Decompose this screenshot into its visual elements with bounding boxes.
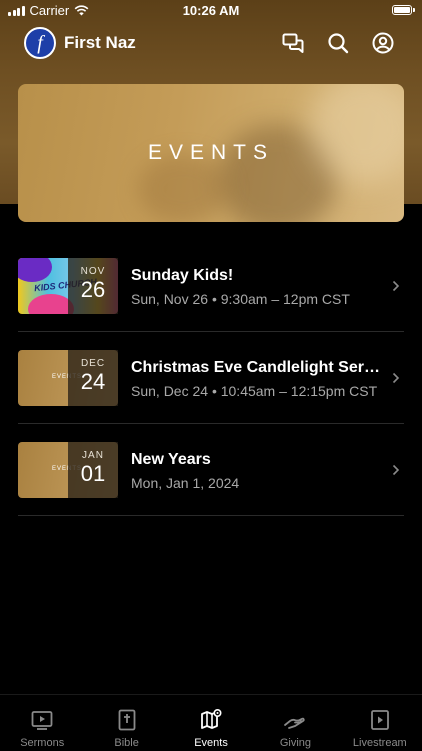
battery-icon <box>392 5 415 15</box>
events-banner: EVENTS <box>18 84 404 222</box>
app-header: f First Naz <box>0 26 422 62</box>
app-title: First Naz <box>64 33 136 52</box>
event-day: 26 <box>80 277 106 302</box>
status-bar: Carrier 10:26 AM <box>0 0 422 22</box>
event-day: 01 <box>80 461 106 486</box>
event-subtitle: Sun, Dec 24 • 10:45am – 12:15pm CST <box>131 383 378 399</box>
status-time: 10:26 AM <box>182 3 240 18</box>
tab-bar: Sermons Bible Events Giving Livestream <box>0 694 422 751</box>
event-month: DEC <box>80 358 106 369</box>
tab-sermons[interactable]: Sermons <box>0 695 84 751</box>
bible-icon <box>118 709 136 731</box>
tab-label: Bible <box>114 737 139 749</box>
event-subtitle: Sun, Nov 26 • 9:30am – 12pm CST <box>131 291 350 307</box>
banner-title: EVENTS <box>147 141 275 164</box>
event-row-new-years[interactable]: EVENTS JAN 01 New Years Mon, Jan 1, 2024 <box>18 424 404 516</box>
events-list: KIDS CHURCH NOV 26 Sunday Kids! Sun, Nov… <box>18 240 404 516</box>
tab-label: Events <box>194 737 228 749</box>
tab-bible[interactable]: Bible <box>84 695 168 751</box>
event-date-badge: JAN 01 <box>68 442 118 498</box>
tab-livestream[interactable]: Livestream <box>338 695 422 751</box>
event-month: NOV <box>80 266 106 277</box>
chat-icon[interactable] <box>281 31 305 55</box>
profile-icon[interactable] <box>371 31 395 55</box>
chevron-right-icon <box>392 372 400 384</box>
event-subtitle: Mon, Jan 1, 2024 <box>131 475 240 491</box>
event-day: 24 <box>80 369 106 394</box>
chevron-right-icon <box>392 464 400 476</box>
event-row-christmas-eve[interactable]: EVENTS DEC 24 Christmas Eve Candlelight … <box>18 332 404 424</box>
event-title: New Years <box>131 451 211 468</box>
tab-events[interactable]: Events <box>169 695 253 751</box>
app-logo[interactable]: f <box>24 27 56 59</box>
tab-giving[interactable]: Giving <box>253 695 337 751</box>
event-title: Sunday Kids! <box>131 267 234 284</box>
thumb-shape <box>18 258 52 282</box>
event-month: JAN <box>82 450 104 461</box>
giving-icon <box>284 717 306 729</box>
map-icon <box>201 708 222 729</box>
event-row-sunday-kids[interactable]: KIDS CHURCH NOV 26 Sunday Kids! Sun, Nov… <box>18 240 404 332</box>
search-icon[interactable] <box>326 31 350 55</box>
event-title: Christmas Eve Candlelight Service <box>131 359 387 376</box>
tab-label: Giving <box>279 737 312 749</box>
tab-label: Sermons <box>20 737 65 749</box>
tab-label: Livestream <box>352 737 407 749</box>
event-date-badge: DEC 24 <box>68 350 118 406</box>
sermons-icon <box>31 711 53 730</box>
event-date-badge: NOV 26 <box>68 258 118 314</box>
livestream-icon <box>370 710 389 730</box>
chevron-right-icon <box>392 280 400 292</box>
